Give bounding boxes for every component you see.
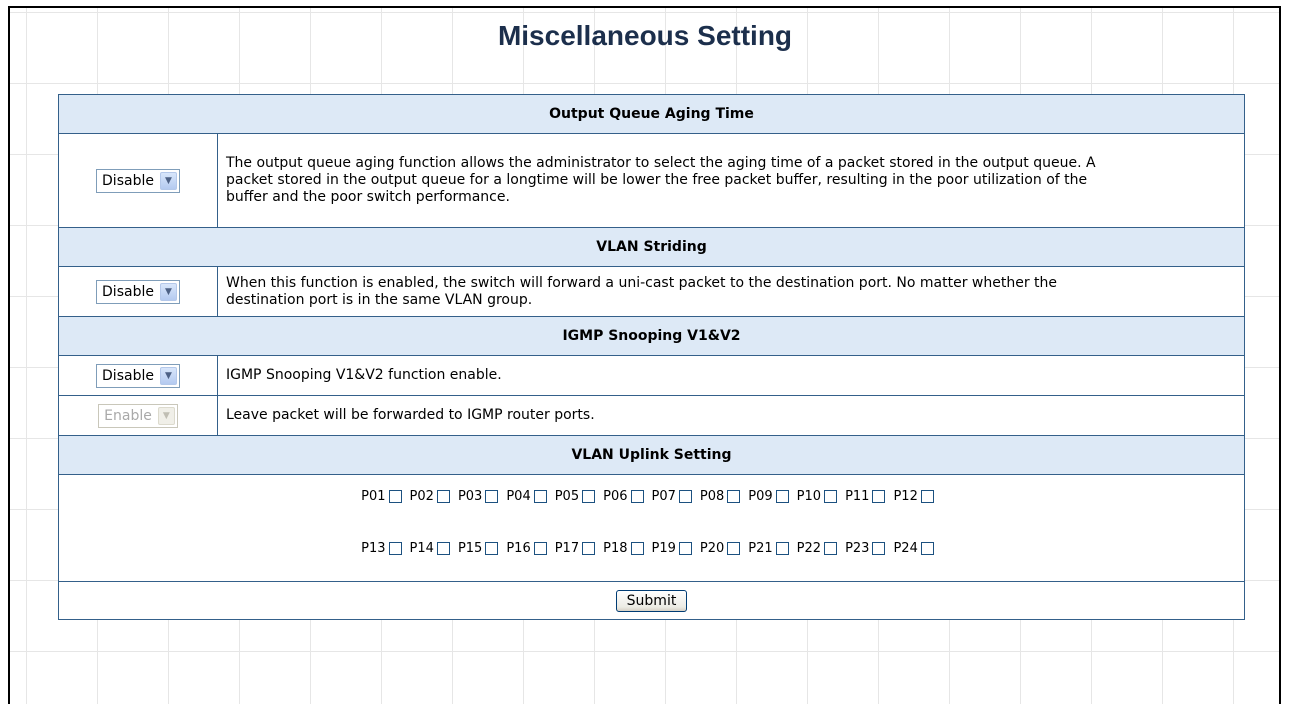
port-label: P16 (506, 541, 531, 556)
port-label: P02 (409, 489, 434, 504)
page-title: Miscellaneous Setting (497, 20, 793, 51)
port-checkbox[interactable] (872, 490, 886, 503)
port-checkbox[interactable] (485, 542, 499, 555)
section-header-vlan-striding: VLAN Striding (58, 227, 1245, 267)
port-checkbox[interactable] (388, 542, 402, 555)
port-option: P20 (699, 541, 741, 556)
port-checkbox[interactable] (533, 490, 547, 503)
port-checkbox[interactable] (630, 542, 644, 555)
port-label: P13 (361, 541, 386, 556)
port-checkbox[interactable] (824, 490, 838, 503)
port-checkbox[interactable] (727, 542, 741, 555)
igmp-leave-select: Enable ▼ (98, 403, 178, 428)
port-option: P10 (796, 489, 838, 504)
port-option: P01 (361, 489, 402, 504)
section-header-igmp: IGMP Snooping V1&V2 (58, 316, 1245, 356)
port-option: P02 (410, 489, 450, 504)
port-checkbox[interactable] (775, 490, 789, 503)
port-label: P24 (893, 541, 918, 556)
port-option: P14 (410, 541, 450, 556)
port-label: P04 (506, 489, 531, 504)
port-label: P11 (845, 489, 870, 504)
port-option: P11 (845, 489, 886, 504)
port-option: P18 (603, 541, 644, 556)
chevron-down-icon[interactable]: ▼ (159, 366, 177, 385)
igmp-leave-select-value: Enable (104, 407, 152, 424)
port-checkbox[interactable] (775, 542, 789, 555)
port-label: P10 (796, 489, 822, 504)
port-label: P12 (893, 489, 918, 504)
port-label: P17 (554, 541, 580, 556)
settings-table: Output Queue Aging Time Disable ▼ The ou… (58, 94, 1245, 620)
vlan-striding-description: When this function is enabled, the switc… (217, 266, 1245, 317)
igmp-snooping-select[interactable]: Disable ▼ (96, 363, 180, 388)
port-label: P08 (699, 489, 725, 504)
port-label: P06 (603, 489, 628, 504)
port-label: P01 (361, 489, 386, 504)
output-queue-description: The output queue aging function allows t… (217, 133, 1245, 228)
port-label: P15 (457, 541, 483, 556)
vlan-uplink-ports: P01 P02 P03 P04 P05 P06 P07 P08 P09 P10 P11 P12 P13… (58, 474, 1245, 582)
port-label: P05 (554, 489, 580, 504)
vlan-striding-select-value: Disable (102, 283, 154, 300)
port-checkbox[interactable] (485, 490, 499, 503)
igmp-leave-description: Leave packet will be forwarded to IGMP r… (217, 395, 1245, 436)
port-label: P22 (796, 541, 822, 556)
port-row: P01 P02 P03 P04 P05 P06 P07 P08 P09 P10 P11 P12 (59, 475, 1244, 539)
port-label: P21 (748, 541, 773, 556)
port-label: P14 (409, 541, 434, 556)
port-option: P09 (748, 489, 789, 504)
submit-button[interactable]: Submit (615, 589, 688, 612)
section-header-vlan-uplink: VLAN Uplink Setting (58, 435, 1245, 475)
port-checkbox[interactable] (436, 490, 450, 503)
port-label: P07 (651, 489, 676, 504)
port-option: P23 (845, 541, 886, 556)
port-row: P13 P14 P15 P16 P17 P18 P19 P20 P21 P22 P23 P24 (59, 539, 1244, 581)
output-queue-select-value: Disable (102, 172, 154, 189)
port-option: P19 (652, 541, 692, 556)
port-option: P16 (506, 541, 547, 556)
vlan-striding-select[interactable]: Disable ▼ (96, 279, 180, 304)
port-option: P05 (554, 489, 596, 504)
section-header-output-queue: Output Queue Aging Time (58, 94, 1245, 134)
port-checkbox[interactable] (727, 490, 741, 503)
port-option: P03 (457, 489, 499, 504)
port-option: P04 (506, 489, 547, 504)
chevron-down-icon: ▼ (157, 406, 175, 425)
port-checkbox[interactable] (678, 490, 692, 503)
port-label: P20 (699, 541, 725, 556)
port-checkbox[interactable] (388, 490, 402, 503)
port-checkbox[interactable] (582, 490, 596, 503)
port-option: P17 (554, 541, 596, 556)
port-option: P13 (361, 541, 402, 556)
port-option: P21 (748, 541, 789, 556)
port-checkbox[interactable] (920, 542, 934, 555)
port-label: P18 (603, 541, 628, 556)
port-option: P06 (603, 489, 644, 504)
igmp-snooping-select-value: Disable (102, 367, 154, 384)
port-option: P07 (652, 489, 692, 504)
port-checkbox[interactable] (436, 542, 450, 555)
port-checkbox[interactable] (630, 490, 644, 503)
output-queue-select[interactable]: Disable ▼ (96, 168, 180, 193)
port-checkbox[interactable] (582, 542, 596, 555)
port-checkbox[interactable] (824, 542, 838, 555)
port-checkbox[interactable] (920, 490, 934, 503)
port-option: P15 (457, 541, 499, 556)
port-label: P23 (845, 541, 870, 556)
port-option: P12 (893, 489, 934, 504)
port-option: P24 (893, 541, 934, 556)
port-label: P09 (748, 489, 773, 504)
port-option: P22 (796, 541, 838, 556)
port-checkbox[interactable] (678, 542, 692, 555)
port-label: P19 (651, 541, 676, 556)
port-checkbox[interactable] (872, 542, 886, 555)
chevron-down-icon[interactable]: ▼ (159, 282, 177, 301)
igmp-snooping-description: IGMP Snooping V1&V2 function enable. (217, 355, 1245, 396)
port-checkbox[interactable] (533, 542, 547, 555)
chevron-down-icon[interactable]: ▼ (159, 171, 177, 190)
port-option: P08 (699, 489, 741, 504)
port-label: P03 (457, 489, 483, 504)
